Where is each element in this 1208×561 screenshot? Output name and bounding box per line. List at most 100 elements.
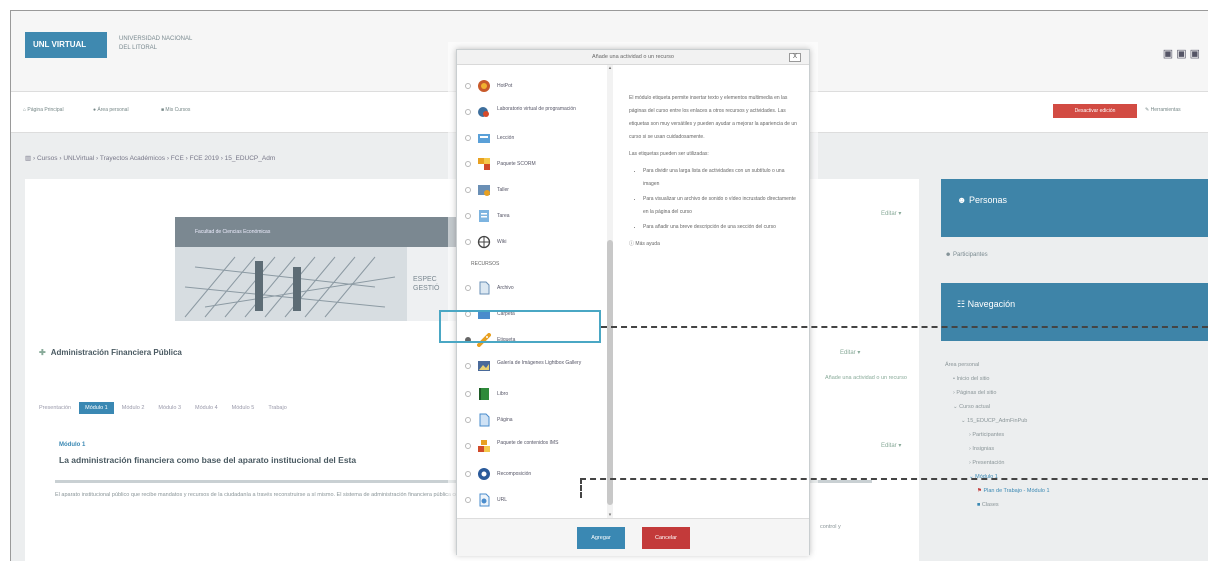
radio-button[interactable]: [465, 497, 471, 503]
scroll-up-arrow[interactable]: ▴: [607, 65, 613, 71]
nav-tree-item-label: Plan de Trabajo - Módulo 1: [983, 488, 1050, 494]
recomposicion-icon: [478, 468, 490, 480]
tools-menu[interactable]: ✎ Herramientas: [1145, 107, 1181, 113]
facebook-icon[interactable]: ▣: [1163, 48, 1176, 60]
edit-label: Editar: [840, 350, 856, 356]
option-ims[interactable]: Paquete de contenidos IMS: [465, 437, 605, 457]
tab-modulo-2[interactable]: Módulo 2: [116, 402, 151, 414]
university-line-2: DEL LITORAL: [119, 45, 158, 51]
option-recomposicion[interactable]: Recomposición: [465, 465, 605, 485]
option-libro[interactable]: Libro: [465, 385, 605, 405]
option-label: Libro: [497, 391, 509, 397]
description-text: El módulo etiqueta permite insertar text…: [629, 95, 797, 140]
nav-tree-item[interactable]: Área personal: [941, 358, 1208, 372]
option-wiki[interactable]: Wiki: [465, 233, 605, 253]
radio-button[interactable]: [465, 417, 471, 423]
radio-button[interactable]: [465, 83, 471, 89]
breadcrumb-item[interactable]: Cursos: [37, 155, 58, 162]
option-hotpot[interactable]: HotPot: [465, 77, 605, 97]
option-tarea[interactable]: Tarea: [465, 207, 605, 227]
radio-button[interactable]: [465, 471, 471, 477]
radio-button[interactable]: [465, 363, 471, 369]
option-archivo[interactable]: Archivo: [465, 279, 605, 299]
hotpot-icon: [478, 80, 490, 92]
radio-button[interactable]: [465, 135, 471, 141]
breadcrumb-item[interactable]: Trayectos Académicos: [100, 155, 165, 162]
option-label: Paquete SCORM: [497, 161, 536, 167]
nav-tree-item[interactable]: › Páginas del sitio: [941, 386, 1208, 400]
participants-link[interactable]: ☻ Participantes: [945, 252, 988, 258]
breadcrumb-item[interactable]: UNLVirtual: [63, 155, 94, 162]
scroll-thumb[interactable]: [607, 240, 613, 505]
tab-presentacion[interactable]: Presentación: [33, 402, 77, 414]
breadcrumb-item[interactable]: FCE: [171, 155, 184, 162]
university-line-1: UNIVERSIDAD NACIONAL: [119, 36, 193, 42]
uses-intro: Las etiquetas pueden ser utilizadas:: [629, 151, 709, 157]
nav-my-courses-label: Mis Cursos: [165, 107, 191, 113]
add-button[interactable]: Agregar: [577, 527, 625, 549]
option-galeria[interactable]: Galería de Imágenes Lightbox Gallery: [465, 357, 605, 377]
book-icon: [479, 388, 489, 400]
nav-tree-item[interactable]: ⌄ Curso actual: [941, 400, 1208, 414]
nav-tree-item[interactable]: ⌄ Módulo 1: [941, 470, 1208, 484]
option-label: Recomposición: [497, 471, 532, 477]
navigation-title-text: Navegación: [967, 299, 1016, 309]
option-scorm[interactable]: Paquete SCORM: [465, 155, 605, 175]
breadcrumb-home-icon[interactable]: ▥: [25, 155, 31, 162]
uses-list: Para dividir una larga lista de activida…: [629, 165, 799, 234]
radio-button[interactable]: [465, 391, 471, 397]
twitter-icon[interactable]: ▣: [1176, 48, 1189, 60]
radio-button[interactable]: [465, 161, 471, 167]
nav-tree-item[interactable]: ⌄ 15_EDUCP_AdmFinPub: [941, 414, 1208, 428]
nav-tree-item[interactable]: • Inicio del sitio: [941, 372, 1208, 386]
toggle-edit-button[interactable]: Desactivar edición: [1053, 104, 1137, 118]
tab-trabajo[interactable]: Trabajo: [262, 402, 292, 414]
radio-button[interactable]: [465, 285, 471, 291]
nav-my-courses[interactable]: ■ Mis Cursos: [161, 107, 190, 113]
tab-modulo-3[interactable]: Módulo 3: [152, 402, 187, 414]
option-label: Lección: [497, 135, 515, 141]
unl-virtual-logo[interactable]: UNL VIRTUAL: [25, 32, 107, 58]
personas-title-text: Personas: [969, 195, 1008, 205]
banner-side-line-1: ESPEC: [413, 276, 437, 283]
option-label: Página: [497, 417, 513, 423]
radio-button[interactable]: [465, 213, 471, 219]
tab-modulo-5[interactable]: Módulo 5: [226, 402, 261, 414]
nav-tree-item[interactable]: › Presentación: [941, 456, 1208, 470]
more-help-link[interactable]: ⓘ Más ayuda: [629, 238, 799, 251]
nav-home[interactable]: ⌂ Página Principal: [23, 107, 64, 113]
option-taller[interactable]: Taller: [465, 181, 605, 201]
nav-tree-item[interactable]: ■ Clases: [941, 498, 1208, 512]
option-leccion[interactable]: Lección: [465, 129, 605, 149]
cancel-button[interactable]: Cancelar: [642, 527, 690, 549]
course-title-text: Administración Financiera Pública: [50, 348, 182, 357]
nav-tree-item[interactable]: › Insignias: [941, 442, 1208, 456]
radio-button[interactable]: [465, 239, 471, 245]
tab-modulo-1[interactable]: Módulo 1: [79, 402, 114, 414]
user-icon: ☻: [945, 252, 952, 258]
edit-link[interactable]: Editar ▾: [881, 442, 901, 449]
module-title: La administración financiera como base d…: [59, 455, 357, 465]
more-help-label: Más ayuda: [635, 241, 660, 247]
module-description: El módulo etiqueta permite insertar text…: [629, 92, 799, 251]
add-activity-link[interactable]: Añade una actividad o un recurso: [825, 375, 907, 381]
breadcrumb-item[interactable]: 15_EDUCP_Adm: [225, 155, 276, 162]
nav-dashboard[interactable]: ● Área personal: [93, 107, 129, 113]
radio-button[interactable]: [465, 109, 471, 115]
nav-tree-item[interactable]: › Participantes: [941, 428, 1208, 442]
youtube-icon[interactable]: ▣: [1190, 48, 1203, 60]
radio-button[interactable]: [465, 443, 471, 449]
option-vpl[interactable]: Laboratorio virtual de programación: [465, 103, 605, 123]
move-icon[interactable]: ✚: [39, 348, 46, 357]
tab-modulo-4[interactable]: Módulo 4: [189, 402, 224, 414]
close-icon[interactable]: X: [789, 53, 801, 62]
edit-link[interactable]: Editar ▾: [881, 210, 901, 217]
nav-tree-item[interactable]: ⚑ Plan de Trabajo - Módulo 1: [941, 484, 1208, 498]
option-pagina[interactable]: Página: [465, 411, 605, 431]
breadcrumb-item[interactable]: FCE 2019: [190, 155, 219, 162]
option-url[interactable]: URL: [465, 491, 605, 511]
edit-link[interactable]: Editar ▾: [840, 349, 860, 356]
list-scrollbar[interactable]: ▴ ▾: [607, 65, 613, 518]
radio-button[interactable]: [465, 187, 471, 193]
option-label: Galería de Imágenes Lightbox Gallery: [497, 360, 582, 366]
